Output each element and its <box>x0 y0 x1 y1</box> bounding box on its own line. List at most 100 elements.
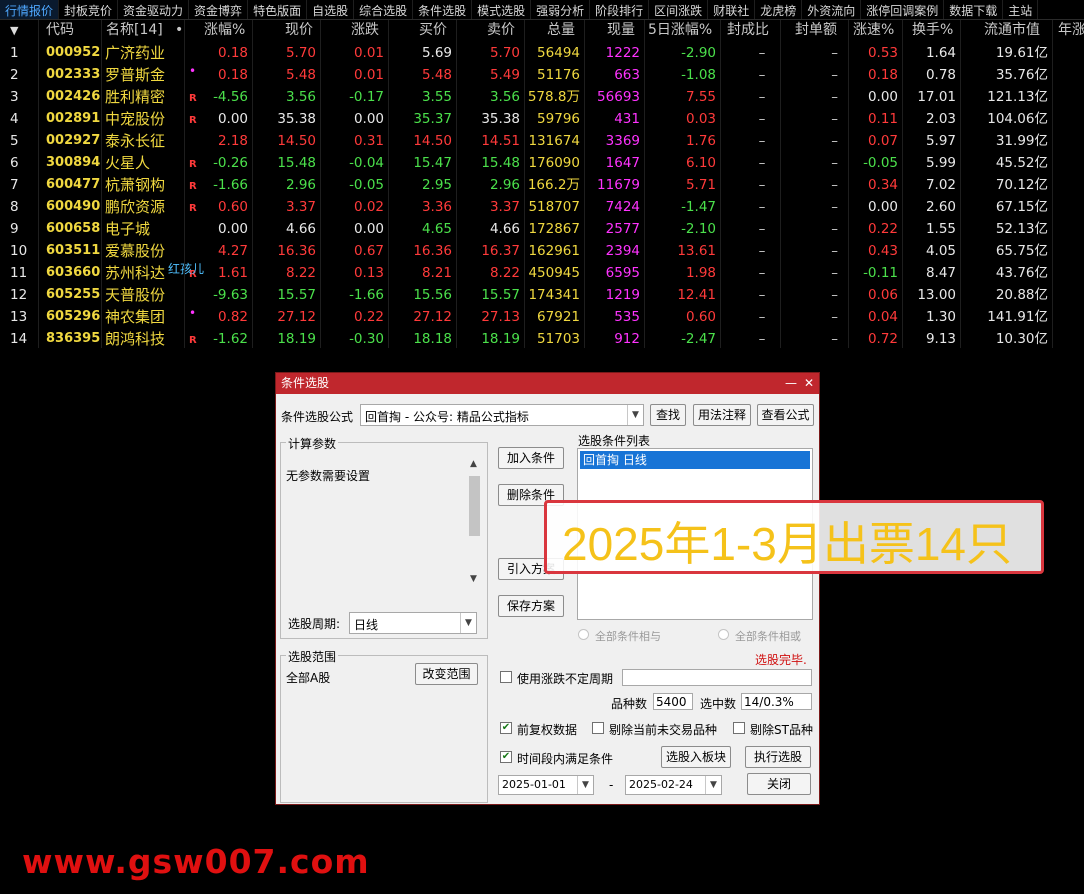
change-range-button[interactable]: 改变范围 <box>415 663 478 685</box>
chg5-value: -1.47 <box>681 199 716 215</box>
bid-value: 16.36 <box>413 243 452 259</box>
price-value: 14.50 <box>277 133 316 149</box>
scroll-up-icon[interactable]: ▲ <box>470 459 477 469</box>
usage-button[interactable]: 用法注释 <box>693 404 751 426</box>
tab-item[interactable]: 自选股 <box>307 0 355 19</box>
find-button[interactable]: 查找 <box>650 404 686 426</box>
tab-item[interactable]: 外资流向 <box>802 0 862 19</box>
period-select[interactable]: 日线 ▼ <box>349 612 477 634</box>
stock-name: 中宠股份 <box>105 110 166 128</box>
dialog-title-bar[interactable]: 条件选股 — ✕ <box>276 373 819 394</box>
chg-value: -0.04 <box>349 155 384 171</box>
formula-select-value: 回首掏 - 公众号: 精品公式指标 <box>365 410 529 424</box>
col-float-cap[interactable]: 流通市值 <box>984 20 1040 41</box>
tab-item[interactable]: 综合选股 <box>354 0 414 19</box>
table-row[interactable]: 6 300894 火星人 R -0.26 15.48 -0.04 15.47 15.48 1760… <box>0 152 1084 174</box>
table-row[interactable]: 10 603511 爱慕股份 4.27 16.36 0.67 16.36 16.37 16296… <box>0 240 1084 262</box>
tab-item[interactable]: 数据下载 <box>944 0 1004 19</box>
close-icon[interactable]: ✕ <box>804 373 814 394</box>
table-row[interactable]: 5 002927 泰永长征 2.18 14.50 0.31 14.50 14.51 131674… <box>0 130 1084 152</box>
col-turnover[interactable]: 换手% <box>912 20 953 41</box>
current-volume-value: 11679 <box>597 177 640 193</box>
date-separator: - <box>609 778 614 792</box>
tab-item[interactable]: 龙虎榜 <box>755 0 803 19</box>
scroll-down-icon[interactable]: ▼ <box>470 574 477 584</box>
radio-or[interactable] <box>718 629 729 640</box>
params-scrollbar[interactable]: ▲ ▼ <box>467 459 482 584</box>
volume-value: 172867 <box>528 221 580 237</box>
col-chg[interactable]: 涨跌 <box>351 20 379 41</box>
col-ask[interactable]: 卖价 <box>487 20 515 41</box>
fq-label: 前复权数据 <box>517 723 578 737</box>
float-cap-value: 35.76亿 <box>995 67 1048 83</box>
table-row[interactable]: 13 605296 神农集团 • 0.82 27.12 0.22 27.12 27.13 6792… <box>0 306 1084 328</box>
bid-value: 8.21 <box>421 265 452 281</box>
table-row[interactable]: 8 600490 鹏欣资源 R 0.60 3.37 0.02 3.36 3.37 518707 74… <box>0 196 1084 218</box>
col-chg5[interactable]: 5日涨幅% <box>648 20 712 41</box>
date-to-field[interactable]: 2025-02-24 ▼ <box>625 775 722 795</box>
condition-list-item[interactable]: 回首掏 日线 <box>580 451 810 469</box>
tab-item[interactable]: 强弱分析 <box>531 0 591 19</box>
remove-st-checkbox[interactable] <box>733 722 745 734</box>
table-row[interactable]: 11 603660 苏州科达 R 1.61 8.22 0.13 8.21 8.22 450945 6… <box>0 262 1084 284</box>
tab-item[interactable]: 条件选股 <box>413 0 473 19</box>
stock-code: 600477 <box>46 177 101 192</box>
table-row[interactable]: 1 000952 广济药业 0.18 5.70 0.01 5.69 5.70 56494 1222… <box>0 42 1084 64</box>
remove-untraded-checkbox[interactable] <box>592 722 604 734</box>
tab-item[interactable]: 主站 <box>1003 0 1039 19</box>
table-row[interactable]: 9 600658 电子城 0.00 4.66 0.00 4.65 4.66 172867 2577… <box>0 218 1084 240</box>
tab-item[interactable]: 行情报价 <box>0 0 60 19</box>
speed-value: 0.43 <box>867 243 898 259</box>
scroll-thumb[interactable] <box>469 476 480 536</box>
table-row[interactable]: 12 605255 天普股份 -9.63 15.57 -1.66 15.56 15.57 174… <box>0 284 1084 306</box>
exec-select-button[interactable]: 执行选股 <box>745 746 811 768</box>
sort-arrow-icon[interactable]: ▼ <box>10 20 18 41</box>
tab-item[interactable]: 财联社 <box>708 0 756 19</box>
current-volume-value: 663 <box>614 67 640 83</box>
minimize-icon[interactable]: — <box>785 373 797 394</box>
table-row[interactable]: 7 600477 杭萧钢构 R -1.66 2.96 -0.05 2.95 2.96 166.2万… <box>0 174 1084 196</box>
float-cap-value: 67.15亿 <box>995 199 1048 215</box>
col-volume[interactable]: 总量 <box>547 20 575 41</box>
formula-label: 条件选股公式 <box>281 410 354 424</box>
tab-item[interactable]: 封板竞价 <box>59 0 119 19</box>
tab-item[interactable]: 资金驱动力 <box>118 0 190 19</box>
tab-item[interactable]: 模式选股 <box>472 0 532 19</box>
tab-item[interactable]: 阶段排行 <box>590 0 650 19</box>
add-condition-button[interactable]: 加入条件 <box>498 447 564 469</box>
col-bid[interactable]: 买价 <box>419 20 447 41</box>
float-cap-value: 141.91亿 <box>987 309 1048 325</box>
col-code[interactable]: 代码 <box>46 20 74 41</box>
col-seal-amt[interactable]: 封单额 <box>795 20 837 41</box>
col-chg-pct[interactable]: 涨幅% <box>204 20 245 41</box>
date-from-field[interactable]: 2025-01-01 ▼ <box>498 775 594 795</box>
use-period-checkbox[interactable] <box>500 671 512 683</box>
time-cond-checkbox[interactable]: ✔ <box>500 751 512 763</box>
tab-item[interactable]: 涨停回调案例 <box>861 0 945 19</box>
col-speed[interactable]: 涨速% <box>853 20 894 41</box>
close-dialog-button[interactable]: 关闭 <box>747 773 811 795</box>
tab-item[interactable]: 资金博弈 <box>189 0 249 19</box>
volume-value: 578.8万 <box>527 89 580 105</box>
table-row[interactable]: 4 002891 中宠股份 R 0.00 35.38 0.00 35.37 35.38 59796… <box>0 108 1084 130</box>
view-formula-button[interactable]: 查看公式 <box>757 404 814 426</box>
col-dot: • <box>175 22 184 38</box>
radio-and[interactable] <box>578 629 589 640</box>
tab-item[interactable]: 区间涨跌 <box>649 0 709 19</box>
grid-line <box>320 20 321 348</box>
fq-checkbox[interactable]: ✔ <box>500 722 512 734</box>
col-name[interactable]: 名称[14] <box>106 20 163 41</box>
col-cur-vol[interactable]: 现量 <box>607 20 635 41</box>
table-row[interactable]: 14 836395 朗鸿科技 R -1.62 18.19 -0.30 18.18 18.19 51… <box>0 328 1084 350</box>
stock-code: 002927 <box>46 133 101 148</box>
to-block-button[interactable]: 选股入板块 <box>661 746 731 768</box>
tab-item[interactable]: 特色版面 <box>248 0 308 19</box>
formula-select[interactable]: 回首掏 - 公众号: 精品公式指标 ▼ <box>360 404 644 426</box>
col-year[interactable]: 年涨 <box>1058 20 1084 41</box>
table-row[interactable]: 3 002426 胜利精密 R -4.56 3.56 -0.17 3.55 3.56 578.8万… <box>0 86 1084 108</box>
use-period-field[interactable] <box>622 669 812 686</box>
col-seal-ratio[interactable]: 封成比 <box>727 20 769 41</box>
save-scheme-button[interactable]: 保存方案 <box>498 595 564 617</box>
col-price[interactable]: 现价 <box>285 20 313 41</box>
table-row[interactable]: 2 002333 罗普斯金 • 0.18 5.48 0.01 5.48 5.49 51176 663… <box>0 64 1084 86</box>
